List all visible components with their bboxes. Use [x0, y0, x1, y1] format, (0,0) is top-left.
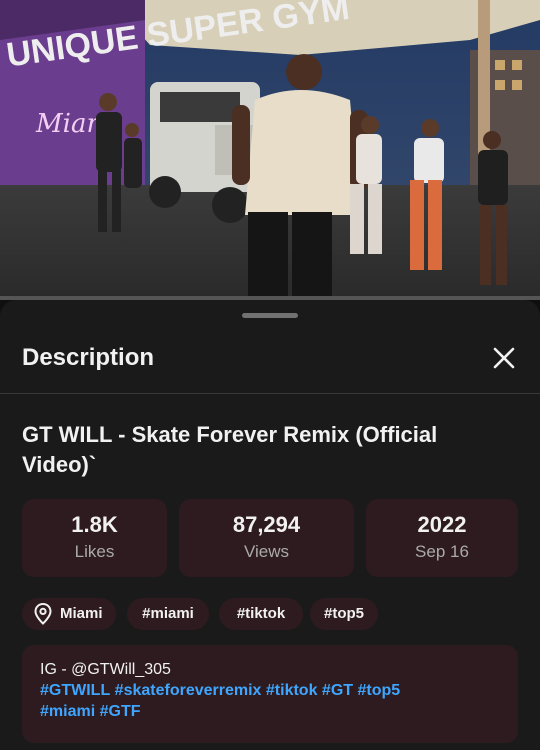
views-count: 87,294 [232, 512, 301, 537]
likes-count: 1.8K [71, 512, 118, 537]
publish-day: Sep 16 [415, 542, 469, 561]
location-pin-icon [34, 603, 52, 625]
close-button[interactable] [490, 344, 518, 372]
sheet-title: Description [22, 344, 155, 371]
hashtag-link[interactable]: #GT [322, 682, 353, 699]
description-sheet: Description GT WILL - Skate Forever Remi… [0, 300, 540, 750]
stats-row: 1.8K Likes 87,294 Views 2022 Sep 16 [22, 499, 518, 579]
description-box: IG - @GTWill_305 #GTWILL #skateforeverre… [22, 645, 518, 743]
hashtag-line-2: #miami #GTF [40, 701, 500, 722]
stat-publish-date: 2022 Sep 16 [366, 499, 518, 577]
hashtag-link[interactable]: #GTWILL [40, 682, 110, 699]
views-label: Views [243, 542, 290, 561]
location-chip-label: Miami [60, 605, 103, 622]
stat-likes: 1.8K Likes [22, 499, 167, 577]
likes-label: Likes [74, 542, 115, 561]
close-icon [493, 347, 515, 369]
hashtag-link[interactable]: #miami [40, 703, 95, 720]
video-player-frame[interactable]: UNIQUE SUPER GYM Miami [0, 0, 540, 300]
hashtag-chip-tiktok[interactable]: #tiktok [219, 598, 303, 630]
hashtag-chip-top5[interactable]: #top5 [310, 598, 378, 630]
hashtag-link[interactable]: #skateforeverremix [115, 682, 262, 699]
instagram-handle-line: IG - @GTWill_305 [40, 661, 171, 678]
video-scene: UNIQUE SUPER GYM Miami [0, 0, 540, 300]
hashtag-link[interactable]: #tiktok [266, 682, 318, 699]
sheet-header: Description [0, 326, 540, 394]
hashtag-link[interactable]: #top5 [358, 682, 401, 699]
video-title: GT WILL - Skate Forever Remix (Official … [22, 422, 438, 477]
publish-year: 2022 [417, 512, 467, 537]
hashtag-chip-miami[interactable]: #miami [127, 598, 209, 630]
hashtag-line-1: #GTWILL #skateforeverremix #tiktok #GT #… [40, 680, 500, 701]
hashtag-link[interactable]: #GTF [100, 703, 141, 720]
tag-chips: Miami #miami #tiktok #top5 [22, 598, 522, 630]
location-chip[interactable]: Miami [22, 598, 116, 630]
stat-views: 87,294 Views [179, 499, 354, 577]
drag-handle[interactable] [242, 313, 298, 318]
